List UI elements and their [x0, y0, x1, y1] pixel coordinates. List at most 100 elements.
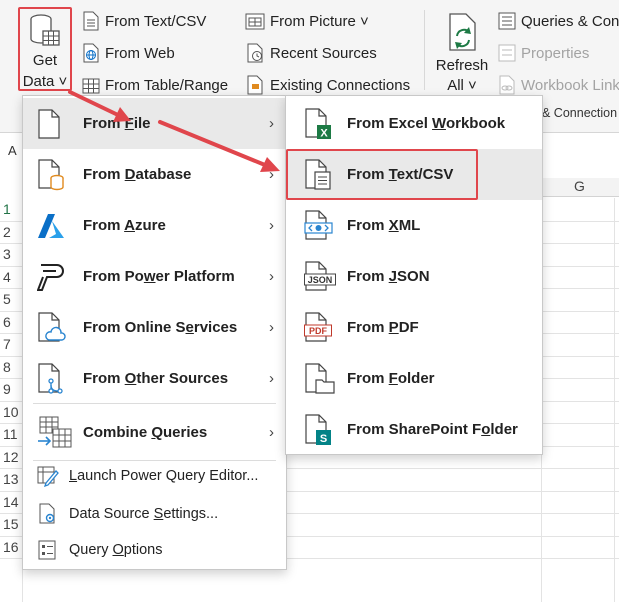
- menu-item-data-source-settings[interactable]: Data Source Settings...: [23, 496, 286, 532]
- menu-item-from-online-services[interactable]: From Online Services ›: [23, 302, 286, 353]
- text-file-icon: [83, 11, 99, 31]
- refresh-all-button[interactable]: Refresh All ˅: [430, 10, 494, 94]
- chevron-right-icon: ›: [269, 370, 274, 387]
- from-web-ribbon-button[interactable]: From Web: [82, 43, 175, 63]
- pdf-icon-text: PDF: [309, 326, 328, 336]
- submenu-item-from-xml[interactable]: From XML: [286, 200, 542, 251]
- properties-icon: [498, 44, 516, 62]
- menu-separator: [33, 403, 276, 404]
- workbook-links-ribbon-button[interactable]: Workbook Link: [498, 75, 619, 95]
- chevron-right-icon: ›: [269, 166, 274, 183]
- cloud-file-icon: [38, 311, 66, 342]
- other-sources-icon: [38, 362, 63, 394]
- ribbon-separator: [424, 10, 425, 90]
- chevron-right-icon: ›: [269, 319, 274, 336]
- row-header[interactable]: 4: [0, 266, 22, 288]
- submenu-item-from-xml-label: From XML: [347, 217, 421, 234]
- properties-ribbon-label: Properties: [521, 44, 590, 62]
- sharepoint-folder-icon: S: [305, 413, 331, 445]
- row-header[interactable]: 7: [0, 333, 22, 355]
- get-data-button[interactable]: Get Data ˅: [18, 7, 72, 91]
- workbook-links-ribbon-label: Workbook Link: [521, 76, 619, 94]
- data-source-settings-icon: [39, 503, 55, 524]
- row-header[interactable]: 1: [0, 198, 22, 220]
- get-data-label-2: Data ˅: [22, 73, 68, 90]
- database-table-icon: [30, 14, 60, 46]
- chevron-right-icon: ›: [269, 115, 274, 132]
- from-web-ribbon-label: From Web: [105, 44, 175, 62]
- refresh-icon: [449, 13, 476, 51]
- row-header[interactable]: 6: [0, 311, 22, 333]
- submenu-item-from-pdf[interactable]: PDF From PDF: [286, 302, 542, 353]
- menu-item-from-other-sources[interactable]: From Other Sources ›: [23, 353, 286, 404]
- menu-item-data-source-settings-label: Data Source Settings...: [69, 506, 219, 522]
- query-options-icon: [38, 540, 56, 560]
- recent-sources-icon: [247, 43, 263, 63]
- refresh-all-label-2: All ˅: [447, 77, 477, 94]
- menu-item-from-database[interactable]: From Database ›: [23, 149, 286, 200]
- submenu-item-from-sharepoint-folder[interactable]: S From SharePoint Folder: [286, 404, 542, 455]
- picture-icon: [245, 13, 265, 30]
- queries-connections-ribbon-label: Queries & Con: [521, 12, 619, 30]
- power-platform-icon: [37, 263, 64, 291]
- row-header[interactable]: 9: [0, 378, 22, 400]
- azure-icon: [38, 213, 64, 238]
- row-header[interactable]: 2: [0, 221, 22, 243]
- submenu-item-from-excel-workbook[interactable]: X From Excel Workbook: [286, 98, 542, 149]
- file-icon: [38, 108, 60, 139]
- queries-connections-group-label: & Connection: [542, 106, 618, 120]
- menu-item-from-azure[interactable]: From Azure ›: [23, 200, 286, 251]
- submenu-item-from-json[interactable]: JSON From JSON: [286, 251, 542, 302]
- xml-file-icon: [304, 209, 333, 240]
- row-header[interactable]: 5: [0, 288, 22, 310]
- web-globe-icon: [83, 43, 99, 63]
- menu-item-combine-queries-label: Combine Queries: [83, 424, 208, 441]
- submenu-item-from-json-label: From JSON: [347, 268, 430, 285]
- menu-item-launch-power-query-editor-label: Launch Power Query Editor...: [69, 468, 259, 484]
- existing-connections-icon: [247, 75, 263, 95]
- get-data-label-1: Get: [32, 52, 58, 69]
- row-header[interactable]: 11: [0, 423, 22, 445]
- json-icon-text: JSON: [308, 275, 333, 285]
- row-header[interactable]: 16: [0, 536, 22, 558]
- submenu-item-from-sharepoint-folder-label: From SharePoint Folder: [347, 421, 518, 438]
- submenu-item-from-folder[interactable]: From Folder: [286, 353, 542, 404]
- from-text-csv-highlight-box: [286, 149, 478, 200]
- submenu-item-from-excel-workbook-label: From Excel Workbook: [347, 115, 506, 132]
- row-header[interactable]: 14: [0, 491, 22, 513]
- menu-item-combine-queries[interactable]: Combine Queries ›: [23, 407, 286, 458]
- row-header[interactable]: 12: [0, 446, 22, 468]
- from-text-csv-ribbon-button[interactable]: From Text/CSV: [82, 11, 206, 31]
- json-file-icon: JSON: [304, 260, 336, 291]
- properties-ribbon-button[interactable]: Properties: [498, 43, 589, 63]
- from-file-submenu: X From Excel Workbook From Text/CSV From…: [285, 95, 543, 455]
- menu-item-from-file[interactable]: From File ›: [23, 98, 286, 149]
- row-header[interactable]: 3: [0, 243, 22, 265]
- row-header[interactable]: 8: [0, 356, 22, 378]
- from-picture-ribbon-button[interactable]: From Picture ˅: [245, 11, 369, 31]
- recent-sources-ribbon-button[interactable]: Recent Sources: [245, 43, 377, 63]
- from-picture-ribbon-label: From Picture ˅: [270, 12, 369, 30]
- row-header[interactable]: 15: [0, 513, 22, 535]
- existing-connections-ribbon-button[interactable]: Existing Connections: [245, 75, 410, 95]
- folder-file-icon: [305, 362, 335, 394]
- submenu-item-from-pdf-label: From PDF: [347, 319, 419, 336]
- from-table-range-ribbon-button[interactable]: From Table/Range: [82, 75, 228, 95]
- menu-item-from-azure-label: From Azure: [83, 217, 166, 234]
- menu-item-launch-power-query-editor[interactable]: Launch Power Query Editor...: [23, 458, 286, 494]
- menu-item-from-power-platform-label: From Power Platform: [83, 268, 235, 285]
- from-table-range-ribbon-label: From Table/Range: [105, 76, 229, 94]
- queries-icon: [498, 12, 516, 30]
- menu-item-from-power-platform[interactable]: From Power Platform ›: [23, 251, 286, 302]
- menu-item-from-online-services-label: From Online Services: [83, 319, 238, 336]
- row-header[interactable]: 10: [0, 401, 22, 423]
- menu-item-query-options[interactable]: Query Options: [23, 532, 286, 568]
- menu-item-query-options-label: Query Options: [69, 542, 163, 558]
- column-header-g[interactable]: G: [540, 178, 619, 197]
- row-header[interactable]: 13: [0, 468, 22, 490]
- submenu-item-from-folder-label: From Folder: [347, 370, 435, 387]
- chevron-right-icon: ›: [269, 424, 274, 441]
- get-data-menu: From File › From Database › From Azure ›…: [22, 95, 287, 570]
- queries-connections-ribbon-button[interactable]: Queries & Con: [498, 11, 619, 31]
- existing-connections-ribbon-label: Existing Connections: [270, 76, 411, 94]
